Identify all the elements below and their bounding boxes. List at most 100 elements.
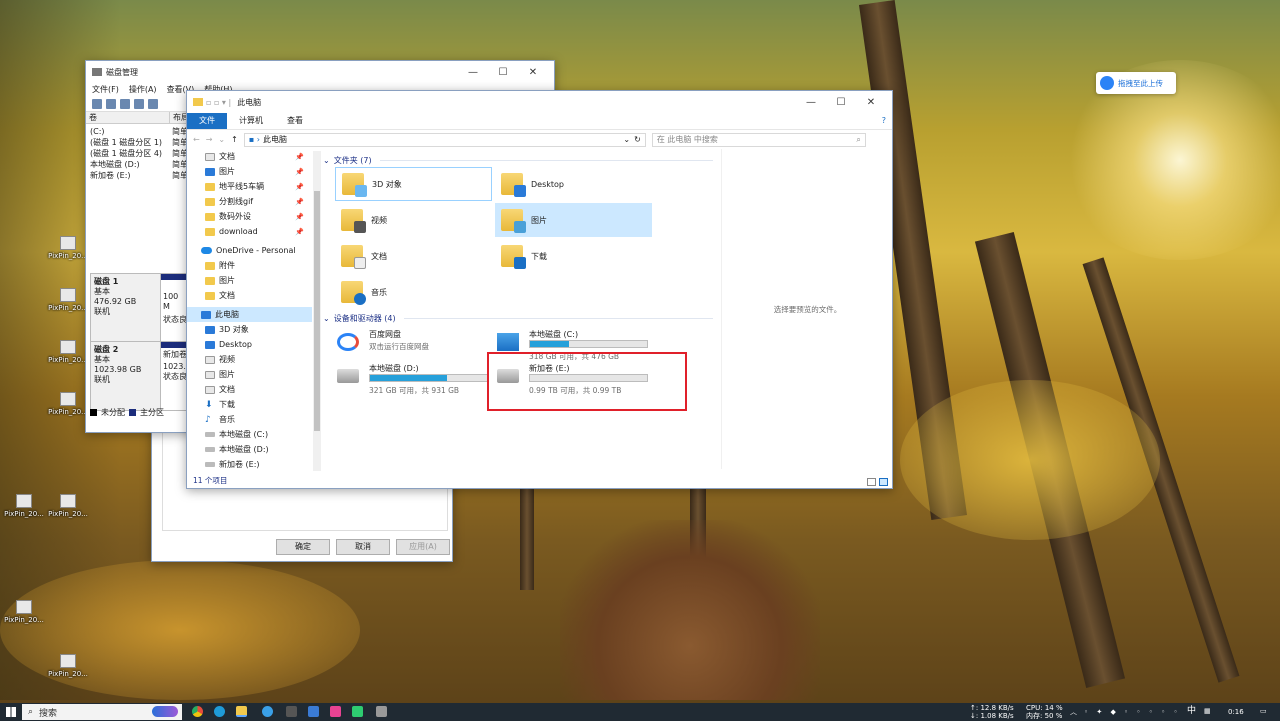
recent-locations-icon[interactable]: ⌄ [218, 135, 225, 144]
menu-action[interactable]: 操作(A) [129, 84, 157, 95]
tiles-view-icon[interactable] [879, 478, 888, 486]
folder-documents[interactable]: 文档 [335, 239, 492, 273]
maximize-button[interactable]: ☐ [488, 67, 518, 78]
chevron-up-icon[interactable]: ︿ [1070, 708, 1077, 716]
nav-item-documents[interactable]: 文档 📌 [187, 149, 312, 164]
nav-item-drive-d[interactable]: 本地磁盘 (D:) [187, 442, 312, 457]
clock[interactable]: 0:16 [1228, 708, 1244, 716]
nav-item-folder[interactable]: 附件 [187, 258, 312, 273]
forward-icon[interactable]: → [206, 135, 213, 144]
devices-section-header[interactable]: ⌄ 设备和驱动器 (4) [323, 311, 713, 325]
videos-folder-icon [341, 209, 366, 233]
nav-label: 本地磁盘 (D:) [219, 445, 269, 454]
tab-view[interactable]: 查看 [275, 113, 315, 129]
desktop-icon[interactable]: PixPin_20... [44, 654, 92, 678]
nav-item-drive-e[interactable]: 新加卷 (E:) [187, 457, 312, 472]
nav-item-onedrive[interactable]: OneDrive - Personal [187, 243, 312, 258]
chrome-icon[interactable] [192, 706, 203, 717]
nav-item-folder[interactable]: 分割线gif 📌 [187, 194, 312, 209]
folder-videos[interactable]: 视频 [335, 203, 492, 237]
window-title: 此电脑 [237, 97, 262, 107]
quick-access-toolbar[interactable]: ▫ ▫ ▾ | [206, 98, 231, 107]
pin-icon[interactable]: 📌 [295, 228, 304, 236]
device-drive-d[interactable]: 本地磁盘 (D:) 321 GB 可用，共 931 GB [333, 361, 493, 397]
back-icon[interactable]: ← [193, 135, 200, 144]
details-view-icon[interactable] [867, 478, 876, 486]
nav-item-folder[interactable]: 图片 [187, 273, 312, 288]
nav-scrollbar[interactable] [313, 151, 321, 471]
nav-item-documents[interactable]: 文档 [187, 382, 312, 397]
edge-icon[interactable] [214, 706, 225, 717]
close-button[interactable]: ✕ [518, 67, 548, 78]
app-icon[interactable] [330, 706, 341, 717]
pin-icon[interactable]: 📌 [295, 168, 304, 176]
minimize-button[interactable]: — [458, 67, 488, 78]
address-bar[interactable]: ▪ › 此电脑 ⌄ ↻ [243, 132, 646, 147]
folder-pictures[interactable]: 图片 [495, 203, 652, 237]
device-baidu-netdisk[interactable]: 百度网盘 双击运行百度网盘 [333, 327, 493, 363]
nav-item-folder[interactable]: download 📌 [187, 224, 312, 239]
search-input[interactable]: 在 此电脑 中搜索 ⌕ [651, 132, 866, 147]
back-icon[interactable] [92, 98, 102, 109]
column-volume[interactable]: 卷 [86, 112, 170, 123]
scrollbar-thumb[interactable] [314, 191, 320, 431]
nav-item-folder[interactable]: 地平线5车辆 📌 [187, 179, 312, 194]
tab-computer[interactable]: 计算机 [227, 113, 275, 129]
nav-item-3d-objects[interactable]: 3D 对象 [187, 322, 312, 337]
upload-speed: ↑: 12.8 KB/s [970, 704, 1014, 712]
desktop-icon[interactable]: PixPin_20... [0, 600, 48, 624]
minimize-button[interactable]: — [796, 97, 826, 108]
nav-item-pictures[interactable]: 图片 📌 [187, 164, 312, 179]
tab-file[interactable]: 文件 [187, 113, 227, 129]
app-icon[interactable] [352, 706, 363, 717]
desktop-icon[interactable]: PixPin_20... [0, 494, 48, 518]
folder-desktop[interactable]: Desktop [495, 167, 652, 201]
folders-section-header[interactable]: ⌄ 文件夹 (7) [323, 153, 713, 167]
start-icon[interactable] [6, 707, 16, 717]
pin-icon[interactable]: 📌 [295, 198, 304, 206]
maximize-button[interactable]: ☐ [826, 97, 856, 108]
nav-item-folder[interactable]: 数码外设 📌 [187, 209, 312, 224]
nav-label: 视频 [219, 355, 235, 364]
app-icon[interactable] [262, 706, 273, 717]
desktop-icon[interactable]: PixPin_20... [44, 494, 92, 518]
up-icon[interactable]: ↑ [231, 135, 238, 144]
nav-item-this-pc[interactable]: 此电脑 [187, 307, 312, 322]
notification-icon[interactable]: ▭ [1260, 707, 1267, 715]
folder-music[interactable]: 音乐 [335, 275, 492, 309]
app-icon[interactable] [376, 706, 387, 717]
partition-status: 状态良 [163, 372, 187, 381]
cancel-button[interactable]: 取消 [336, 539, 390, 555]
baidu-upload-float[interactable]: 拖拽至此上传 [1096, 72, 1176, 94]
forward-icon[interactable] [106, 98, 116, 109]
nav-item-downloads[interactable]: ⬇ 下载 [187, 397, 312, 412]
folder-3d-objects[interactable]: 3D 对象 [335, 167, 492, 201]
nav-item-music[interactable]: ♪ 音乐 [187, 412, 312, 427]
dropdown-icon[interactable]: ⌄ [623, 135, 630, 144]
pin-icon[interactable]: 📌 [295, 183, 304, 191]
app-icon[interactable] [308, 706, 319, 717]
pin-icon[interactable]: 📌 [295, 153, 304, 161]
help-icon[interactable] [134, 98, 144, 109]
refresh-icon[interactable]: ↻ [634, 135, 641, 144]
menu-file[interactable]: 文件(F) [92, 84, 119, 95]
list-icon[interactable] [120, 98, 130, 109]
apply-button[interactable]: 应用(A) [396, 539, 450, 555]
folder-downloads[interactable]: 下载 [495, 239, 652, 273]
pin-icon[interactable]: 📌 [295, 213, 304, 221]
nav-item-pictures[interactable]: 图片 [187, 367, 312, 382]
help-icon[interactable]: ? [876, 113, 892, 129]
nav-item-folder[interactable]: 文档 [187, 288, 312, 303]
view-icon[interactable] [148, 98, 158, 109]
app-icon[interactable] [286, 706, 297, 717]
ime-indicator[interactable]: 中 [1187, 707, 1196, 716]
nav-item-drive-c[interactable]: 本地磁盘 (C:) [187, 427, 312, 442]
nav-item-desktop[interactable]: Desktop [187, 337, 312, 352]
nav-item-videos[interactable]: 视频 [187, 352, 312, 367]
ok-button[interactable]: 确定 [276, 539, 330, 555]
tray-icons[interactable]: ◦ ✦ ◆ ◦ ◦ ◦ ◦ ◦ [1084, 708, 1181, 716]
file-explorer-icon[interactable] [236, 706, 247, 717]
keyboard-icon[interactable]: ▦ [1204, 707, 1211, 715]
cortana-icon[interactable] [152, 706, 178, 717]
close-button[interactable]: ✕ [856, 97, 886, 108]
